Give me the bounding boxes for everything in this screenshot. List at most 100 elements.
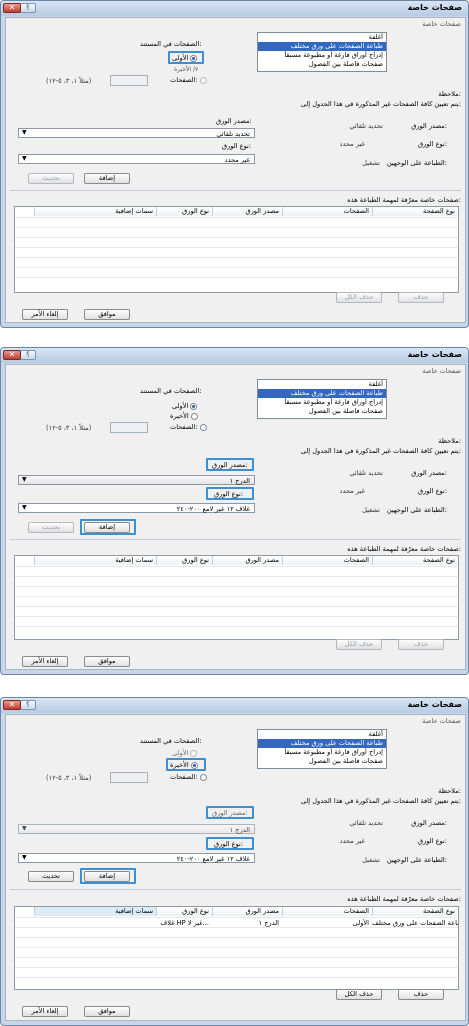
- update-button[interactable]: تحديث: [28, 522, 74, 533]
- help-button[interactable]: ؟: [20, 3, 36, 13]
- close-button[interactable]: ✕: [3, 700, 21, 710]
- table-row[interactable]: [15, 606, 458, 616]
- special-page-type-list[interactable]: أغلفة طباعة الصفحات على ورق مختلف إدراج …: [257, 729, 387, 769]
- special-pages-table[interactable]: نوع الصفحة الصفحات مصدر الورق نوع الورق …: [14, 206, 459, 293]
- info-type-value: غير محدد: [339, 140, 365, 148]
- table-row[interactable]: [15, 227, 458, 237]
- column-header[interactable]: مصدر الورق: [212, 907, 282, 916]
- list-item[interactable]: صفحات فاصلة بين الفصول: [258, 407, 386, 416]
- column-header[interactable]: نوع الصفحة: [372, 207, 458, 216]
- special-page-type-list[interactable]: أغلفة طباعة الصفحات على ورق مختلف إدراج …: [257, 32, 387, 72]
- table-row[interactable]: [15, 626, 458, 636]
- add-button[interactable]: إضافة: [84, 173, 130, 184]
- pages-input[interactable]: [110, 75, 148, 86]
- radio-pages[interactable]: الصفحات:: [170, 76, 207, 84]
- chevron-down-icon: ▼: [22, 825, 27, 832]
- list-item[interactable]: أغلفة: [258, 380, 386, 389]
- list-item[interactable]: صفحات فاصلة بين الفصول: [258, 60, 386, 69]
- cancel-button[interactable]: إلغاء الأمر: [22, 309, 68, 320]
- list-item[interactable]: إدراج أوراق فارغة أو مطبوعة مسبقاً: [258, 51, 386, 60]
- paper-source-combo[interactable]: الدرج ١ ▼: [18, 475, 255, 485]
- table-row[interactable]: [15, 277, 458, 287]
- column-header[interactable]: سمات إضافية: [34, 207, 156, 216]
- add-button[interactable]: إضافة: [84, 871, 130, 882]
- ok-button[interactable]: موافق: [84, 1006, 130, 1017]
- paper-type-combo[interactable]: غلاف ١٢ غير لامع ٢٠٠-٢٤٠ ▼: [18, 853, 255, 863]
- ok-button[interactable]: موافق: [84, 656, 130, 667]
- column-header[interactable]: سمات إضافية: [34, 556, 156, 565]
- cancel-button[interactable]: إلغاء الأمر: [22, 656, 68, 667]
- pages-input[interactable]: [110, 422, 148, 433]
- paper-source-combo[interactable]: الدرج ١ ▼: [18, 824, 255, 834]
- update-button[interactable]: تحديث: [28, 871, 74, 882]
- table-row[interactable]: [15, 566, 458, 576]
- column-header[interactable]: نوع الصفحة: [372, 907, 458, 916]
- add-button[interactable]: إضافة: [84, 522, 130, 533]
- column-header[interactable]: نوع الورق: [156, 207, 212, 216]
- delete-button[interactable]: حذف: [398, 639, 444, 650]
- radio-first[interactable]: الأولى: [172, 54, 198, 62]
- column-header[interactable]: نوع الورق: [156, 556, 212, 565]
- table-row[interactable]: [15, 947, 458, 957]
- list-item-selected[interactable]: طباعة الصفحات على ورق مختلف: [258, 389, 386, 398]
- info-type-label: نوع الورق:: [417, 140, 447, 148]
- table-row[interactable]: [15, 616, 458, 626]
- special-pages-table[interactable]: نوع الصفحة الصفحات مصدر الورق نوع الورق …: [14, 555, 459, 640]
- delete-button[interactable]: حذف: [398, 292, 444, 303]
- update-button[interactable]: تحديث: [28, 173, 74, 184]
- radio-first[interactable]: الأولى: [172, 402, 198, 410]
- table-row[interactable]: [15, 977, 458, 987]
- paper-source-combo[interactable]: تحديد تلقائي ▼: [18, 128, 255, 138]
- table-row[interactable]: [15, 576, 458, 586]
- table-row[interactable]: [15, 267, 458, 277]
- table-row[interactable]: [15, 957, 458, 967]
- table-row[interactable]: [15, 927, 458, 937]
- table-row[interactable]: [15, 967, 458, 977]
- radio-last[interactable]: الأخيرة: [170, 412, 198, 420]
- list-item-selected[interactable]: طباعة الصفحات على ورق مختلف: [258, 42, 386, 51]
- column-header[interactable]: مصدر الورق: [212, 207, 282, 216]
- list-item[interactable]: أغلفة: [258, 730, 386, 739]
- special-page-type-list[interactable]: أغلفة طباعة الصفحات على ورق مختلف إدراج …: [257, 379, 387, 419]
- help-button[interactable]: ؟: [20, 700, 36, 710]
- column-header[interactable]: نوع الورق: [156, 907, 212, 916]
- list-item[interactable]: أغلفة: [258, 33, 386, 42]
- list-item[interactable]: إدراج أوراق فارغة أو مطبوعة مسبقاً: [258, 748, 386, 757]
- table-row[interactable]: [15, 586, 458, 596]
- delete-all-button[interactable]: حذف الكل: [336, 989, 382, 1000]
- radio-first-label: الأولى: [172, 54, 189, 62]
- table-row[interactable]: [15, 217, 458, 227]
- table-row[interactable]: [15, 596, 458, 606]
- table-row[interactable]: [15, 247, 458, 257]
- column-header[interactable]: الصفحات: [282, 556, 372, 565]
- close-button[interactable]: ✕: [3, 350, 21, 360]
- table-row[interactable]: طباعة الصفحات على ورق مختلف الأولى الدرج…: [15, 917, 458, 927]
- list-item-selected[interactable]: طباعة الصفحات على ورق مختلف: [258, 739, 386, 748]
- pages-input[interactable]: [110, 772, 148, 783]
- table-row[interactable]: [15, 257, 458, 267]
- delete-all-button[interactable]: حذف الكل: [336, 639, 382, 650]
- separator: [10, 539, 461, 540]
- table-row[interactable]: [15, 937, 458, 947]
- paper-type-combo[interactable]: غير محدد ▼: [18, 154, 255, 164]
- column-header[interactable]: مصدر الورق: [212, 556, 282, 565]
- delete-button[interactable]: حذف: [398, 989, 444, 1000]
- delete-all-button[interactable]: حذف الكل: [336, 292, 382, 303]
- help-button[interactable]: ؟: [20, 350, 36, 360]
- column-header[interactable]: الصفحات: [282, 907, 372, 916]
- table-row[interactable]: [15, 237, 458, 247]
- list-item[interactable]: إدراج أوراق فارغة أو مطبوعة مسبقاً: [258, 398, 386, 407]
- column-header[interactable]: نوع الصفحة: [372, 556, 458, 565]
- cancel-button[interactable]: إلغاء الأمر: [22, 1006, 68, 1017]
- radio-pages[interactable]: الصفحات:: [170, 773, 207, 781]
- list-item[interactable]: صفحات فاصلة بين الفصول: [258, 757, 386, 766]
- radio-pages[interactable]: الصفحات:: [170, 423, 207, 431]
- paper-type-combo[interactable]: غلاف ١٢ غير لامع ٢٠٠-٢٤٠ ▼: [18, 503, 255, 513]
- radio-first[interactable]: الأولى: [172, 749, 198, 757]
- close-button[interactable]: ✕: [3, 3, 21, 13]
- ok-button[interactable]: موافق: [84, 309, 130, 320]
- special-pages-table[interactable]: نوع الصفحة الصفحات مصدر الورق نوع الورق …: [14, 906, 459, 990]
- column-header[interactable]: الصفحات: [282, 207, 372, 216]
- column-header[interactable]: سمات إضافية: [34, 907, 156, 916]
- radio-last[interactable]: الأخيرة: [170, 761, 198, 769]
